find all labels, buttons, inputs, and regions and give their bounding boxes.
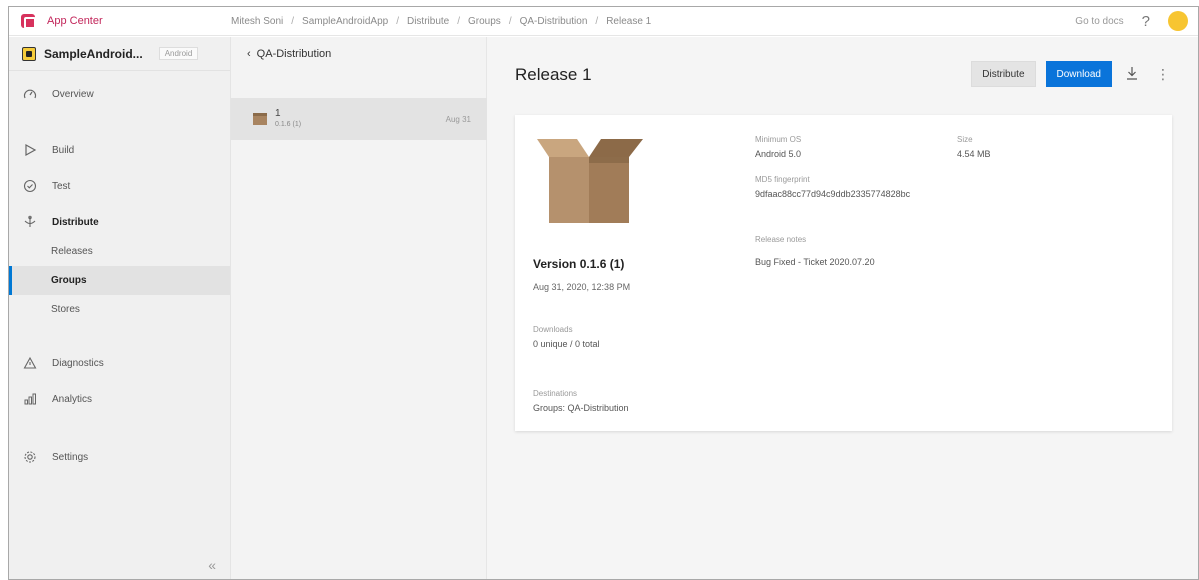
sidebar-item-label: Distribute <box>52 216 99 228</box>
size-value: 4.54 MB <box>957 149 991 159</box>
collapse-sidebar-icon[interactable]: « <box>208 557 216 573</box>
breadcrumb-distribute[interactable]: Distribute <box>407 16 449 27</box>
release-actions: Distribute Download ⋮ <box>971 61 1170 87</box>
sidebar-item-label: Overview <box>52 88 94 100</box>
android-app-icon <box>22 46 36 61</box>
group-release-list: ‹ QA-Distribution 1 0.1.6 (1) Aug 31 <box>231 37 487 579</box>
help-icon[interactable]: ? <box>1142 13 1150 30</box>
sidebar-item-settings[interactable]: Settings <box>9 442 230 472</box>
sidebar-subitem-releases[interactable]: Releases <box>9 237 230 266</box>
check-circle-icon <box>22 179 38 193</box>
minimum-os-label: Minimum OS <box>755 135 802 144</box>
size-label: Size <box>957 135 973 144</box>
distribute-icon <box>22 215 38 229</box>
page-title: Release 1 <box>515 65 592 84</box>
release-date: Aug 31 <box>445 114 471 124</box>
release-notes-label: Release notes <box>755 235 807 244</box>
downloads-label: Downloads <box>533 325 573 334</box>
brand-name: App Center <box>47 15 103 27</box>
more-options-icon[interactable]: ⋮ <box>1156 66 1170 83</box>
group-name: QA-Distribution <box>256 48 332 60</box>
download-button[interactable]: Download <box>1045 61 1112 87</box>
brand[interactable]: App Center <box>9 14 231 29</box>
sidebar: SampleAndroid... Android Overview Build … <box>9 37 231 579</box>
release-build: 0.1.6 (1) <box>275 121 302 128</box>
breadcrumb-separator: / <box>508 15 512 27</box>
sidebar-item-build[interactable]: Build <box>9 135 230 165</box>
sidebar-subitem-stores[interactable]: Stores <box>9 295 230 324</box>
chevron-left-icon: ‹ <box>247 48 251 60</box>
sidebar-item-diagnostics[interactable]: Diagnostics <box>9 348 230 378</box>
top-bar: App Center Mitesh Soni / SampleAndroidAp… <box>9 7 1198 36</box>
md5-value: 9dfaac88cc77d94c9ddb2335774828bc <box>755 189 911 199</box>
minimum-os-value: Android 5.0 <box>755 149 802 159</box>
warning-icon <box>22 356 38 370</box>
sidebar-item-label: Settings <box>52 451 89 463</box>
destinations-value: Groups: QA-Distribution <box>533 403 629 413</box>
back-to-group[interactable]: ‹ QA-Distribution <box>231 37 486 71</box>
app-window: App Center Mitesh Soni / SampleAndroidAp… <box>8 6 1199 580</box>
md5-label: MD5 fingerprint <box>755 175 810 184</box>
sidebar-item-label: Analytics <box>52 393 93 405</box>
breadcrumb-group[interactable]: QA-Distribution <box>520 16 588 27</box>
distribute-button[interactable]: Distribute <box>971 61 1036 87</box>
app-selector[interactable]: SampleAndroid... Android <box>9 37 230 71</box>
download-icon[interactable] <box>1126 66 1138 83</box>
sidebar-item-label: Diagnostics <box>52 357 104 369</box>
sidebar-item-label: Test <box>52 180 71 192</box>
app-center-logo-icon <box>21 14 36 29</box>
sidebar-subitem-groups[interactable]: Groups <box>9 266 230 295</box>
breadcrumb-separator: / <box>396 15 399 27</box>
gear-icon <box>22 450 38 464</box>
sidebar-item-distribute[interactable]: Distribute <box>9 207 230 237</box>
sidebar-item-test[interactable]: Test <box>9 171 230 201</box>
sidebar-item-analytics[interactable]: Analytics <box>9 384 230 414</box>
bar-chart-icon <box>22 392 38 406</box>
play-icon <box>22 143 38 157</box>
package-box-image <box>537 139 643 223</box>
release-notes-value: Bug Fixed - Ticket 2020.07.20 <box>755 257 875 267</box>
breadcrumb-app[interactable]: SampleAndroidApp <box>302 16 388 27</box>
sidebar-item-overview[interactable]: Overview <box>9 79 230 109</box>
breadcrumb: Mitesh Soni / SampleAndroidApp / Distrib… <box>231 16 651 27</box>
go-to-docs-link[interactable]: Go to docs <box>1075 16 1123 27</box>
platform-badge: Android <box>158 47 199 60</box>
release-details-panel: Release 1 Distribute Download ⋮ Version … <box>487 37 1198 579</box>
breadcrumb-separator: / <box>595 15 599 27</box>
downloads-value: 0 unique / 0 total <box>533 339 600 349</box>
breadcrumb-groups[interactable]: Groups <box>468 16 501 27</box>
breadcrumb-release: Release 1 <box>606 15 652 27</box>
breadcrumb-separator: / <box>291 15 295 27</box>
list-item[interactable]: 1 0.1.6 (1) Aug 31 <box>231 98 487 140</box>
package-icon <box>253 113 267 125</box>
destinations-label: Destinations <box>533 389 578 398</box>
release-timestamp: Aug 31, 2020, 12:38 PM <box>533 282 631 292</box>
sidebar-item-label: Build <box>52 144 75 156</box>
avatar[interactable] <box>1168 11 1188 31</box>
overview-icon <box>22 87 38 101</box>
breadcrumb-separator: / <box>457 15 461 27</box>
breadcrumb-owner[interactable]: Mitesh Soni <box>231 16 283 27</box>
release-version-title: Version 0.1.6 (1) <box>533 257 625 271</box>
app-name: SampleAndroid... <box>44 46 143 61</box>
release-version: 1 <box>275 108 281 119</box>
release-details-card: Version 0.1.6 (1) Aug 31, 2020, 12:38 PM… <box>515 115 1172 431</box>
